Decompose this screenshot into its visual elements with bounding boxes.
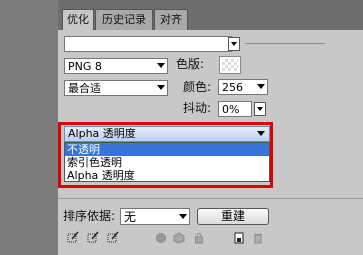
option-opaque[interactable]: 不透明 — [65, 143, 269, 156]
chevron-down-icon — [179, 214, 187, 219]
dither-label: 抖动: — [183, 101, 212, 115]
sort-select[interactable]: 无 — [120, 208, 190, 225]
tab-align[interactable]: 对齐 — [154, 9, 188, 30]
preset-select[interactable] — [64, 36, 232, 52]
tab-bar: 优化 历史记录 对齐 — [58, 0, 363, 30]
chevron-down-icon — [157, 63, 165, 68]
colors-select[interactable]: 256 — [218, 79, 268, 95]
dither-dropdown-button[interactable] — [254, 102, 266, 116]
dither-value: 0% — [222, 103, 240, 116]
trash-icon — [254, 234, 262, 244]
transparent-grid-icon — [222, 59, 238, 71]
format-select[interactable]: PNG 8 — [64, 58, 168, 74]
transparency-selected-value: Alpha 透明度 — [68, 127, 136, 140]
palette-swatch[interactable] — [219, 56, 241, 74]
lock-icon — [195, 233, 203, 244]
option-index-transparency[interactable]: 索引色透明 — [65, 156, 269, 169]
reduction-select[interactable]: 最合适 — [64, 80, 168, 96]
chevron-down-icon — [157, 85, 165, 90]
chevron-down-icon — [257, 131, 265, 136]
transparency-options-list: 不透明 索引色透明 Alpha 透明度 — [64, 142, 270, 182]
sort-value: 无 — [124, 210, 137, 224]
divider — [245, 43, 325, 44]
sort-label: 排序依据: — [63, 209, 116, 223]
option-alpha-transparency[interactable]: Alpha 透明度 — [65, 169, 269, 182]
chevron-down-icon — [257, 107, 263, 111]
cube-icon — [173, 232, 185, 244]
edit-add-icon[interactable] — [87, 231, 99, 243]
colors-label: 颜色: — [183, 80, 212, 94]
chevron-down-icon — [257, 84, 265, 89]
transparency-select[interactable]: Alpha 透明度 — [64, 126, 270, 142]
colors-value: 256 — [222, 81, 243, 94]
edit-remove-icon[interactable] — [107, 231, 119, 243]
divider — [58, 198, 363, 199]
rebuild-button[interactable]: 重建 — [197, 208, 269, 225]
web-snap-icon — [156, 233, 166, 243]
chevron-down-icon — [231, 42, 237, 46]
format-value: PNG 8 — [68, 60, 102, 73]
dither-input[interactable]: 0% — [218, 101, 252, 117]
tab-history[interactable]: 历史记录 — [95, 9, 153, 30]
left-strip — [0, 0, 58, 255]
palette-label: 色版: — [176, 57, 205, 71]
tab-optimize[interactable]: 优化 — [62, 9, 94, 30]
new-color-icon[interactable] — [233, 232, 245, 244]
reduction-value: 最合适 — [68, 82, 101, 95]
edit-selected-icon[interactable] — [67, 231, 79, 243]
preset-dropdown-button[interactable] — [228, 37, 240, 51]
